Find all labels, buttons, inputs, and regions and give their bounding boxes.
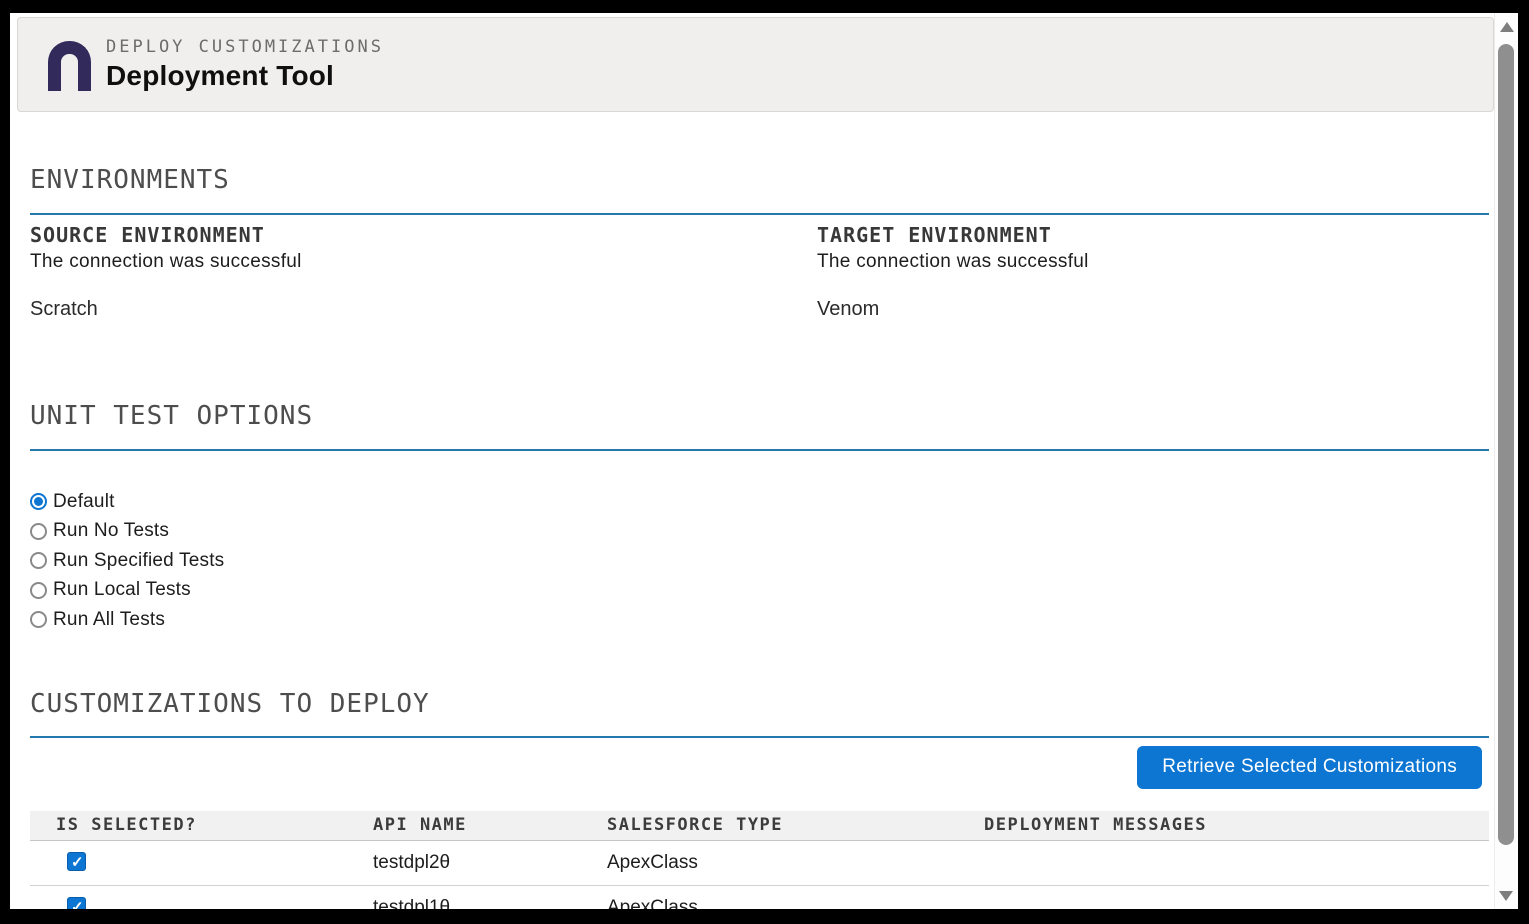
api-name-cell: testdpl2θ [347,841,581,886]
salesforce-type-cell: ApexClass [581,841,958,886]
source-connection-status: The connection was successful [30,250,817,274]
scroll-up-arrow-icon[interactable] [1500,22,1514,32]
radio-option-run-specified-tests[interactable]: Run Specified Tests [30,546,1489,576]
target-connection-status: The connection was successful [817,250,1489,274]
is-selected-cell [30,841,347,886]
target-environment-label: TARGET ENVIRONMENT [817,224,1489,246]
is-selected-cell [30,886,347,910]
customizations-table: IS SELECTED? API NAME SALESFORCE TYPE DE… [30,811,1489,910]
radio-icon[interactable] [30,611,47,628]
source-environment-name: Scratch [30,296,817,323]
target-environment-panel: TARGET ENVIRONMENT The connection was su… [817,224,1489,323]
header-eyebrow: DEPLOY CUSTOMIZATIONS [106,37,384,57]
radio-option-run-no-tests[interactable]: Run No Tests [30,517,1489,547]
radio-option-label: Run No Tests [53,520,169,542]
unit-test-options-group: Default Run No Tests Run Specified Tests… [30,487,1489,635]
vertical-scrollbar[interactable] [1494,13,1518,909]
app-window: DEPLOY CUSTOMIZATIONS Deployment Tool EN… [10,13,1518,909]
api-name-cell: testdpl1θ [347,886,581,910]
radio-option-run-local-tests[interactable]: Run Local Tests [30,576,1489,606]
column-header-api-name: API NAME [347,811,581,841]
main-content: ENVIRONMENTS SOURCE ENVIRONMENT The conn… [10,165,1518,909]
app-header: DEPLOY CUSTOMIZATIONS Deployment Tool [17,17,1494,112]
section-divider [30,213,1489,215]
customizations-section-title: CUSTOMIZATIONS TO DEPLOY [30,689,1489,720]
radio-option-label: Run Local Tests [53,579,191,601]
header-text: DEPLOY CUSTOMIZATIONS Deployment Tool [106,37,384,92]
radio-option-label: Default [53,491,115,513]
radio-option-label: Run All Tests [53,609,165,631]
section-divider [30,449,1489,451]
ncino-logo-icon [48,41,91,91]
radio-icon[interactable] [30,552,47,569]
radio-option-default[interactable]: Default [30,487,1489,517]
retrieve-selected-customizations-button[interactable]: Retrieve Selected Customizations [1137,746,1482,789]
environments-section-title: ENVIRONMENTS [30,165,1489,196]
deployment-messages-cell [958,841,1489,886]
salesforce-type-cell: ApexClass [581,886,958,910]
radio-icon[interactable] [30,523,47,540]
target-environment-name: Venom [817,296,1489,323]
page-title: Deployment Tool [106,60,384,92]
column-header-deployment-messages: DEPLOYMENT MESSAGES [958,811,1489,841]
column-header-is-selected: IS SELECTED? [30,811,347,841]
source-environment-panel: SOURCE ENVIRONMENT The connection was su… [30,224,817,323]
scroll-down-arrow-icon[interactable] [1499,891,1513,901]
radio-icon[interactable] [30,493,47,510]
scrollbar-thumb[interactable] [1498,44,1514,845]
row-checkbox[interactable] [67,852,86,871]
radio-option-run-all-tests[interactable]: Run All Tests [30,605,1489,635]
column-header-salesforce-type: SALESFORCE TYPE [581,811,958,841]
radio-option-label: Run Specified Tests [53,550,224,572]
unit-test-options-section-title: UNIT TEST OPTIONS [30,401,1489,432]
environments-grid: SOURCE ENVIRONMENT The connection was su… [30,224,1489,323]
row-checkbox[interactable] [67,897,86,910]
source-environment-label: SOURCE ENVIRONMENT [30,224,817,246]
table-header-row: IS SELECTED? API NAME SALESFORCE TYPE DE… [30,811,1489,841]
deployment-messages-cell [958,886,1489,910]
section-divider [30,736,1489,738]
table-row: testdpl1θ ApexClass [30,886,1489,910]
button-row: Retrieve Selected Customizations [30,746,1482,789]
table-row: testdpl2θ ApexClass [30,841,1489,886]
radio-icon[interactable] [30,582,47,599]
